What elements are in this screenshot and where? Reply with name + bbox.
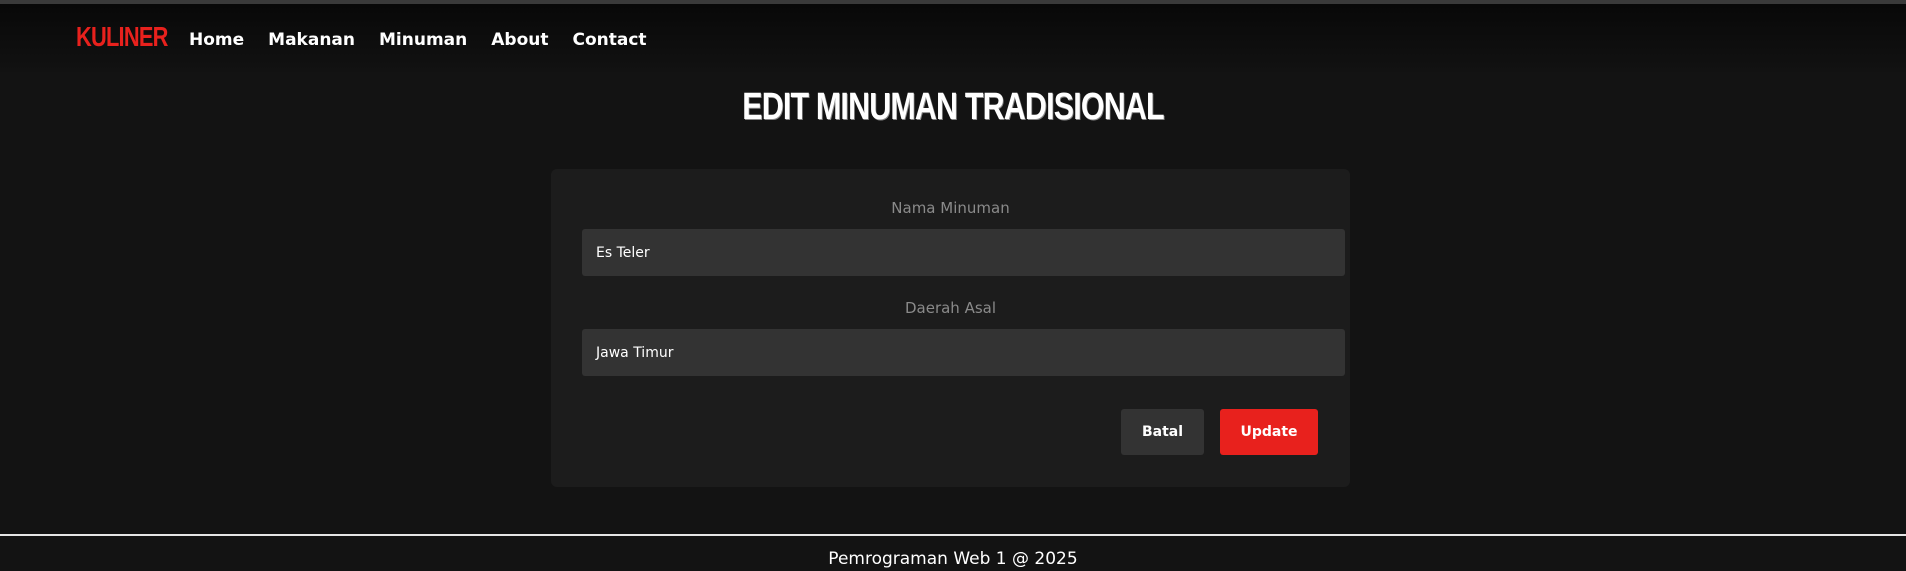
- nav-link-minuman[interactable]: Minuman: [379, 30, 467, 50]
- batal-button[interactable]: Batal: [1121, 409, 1204, 455]
- nama-minuman-input[interactable]: Es Teler: [582, 229, 1345, 276]
- nav-link-about[interactable]: About: [491, 30, 548, 50]
- update-button[interactable]: Update: [1220, 409, 1318, 455]
- edit-form-card: Nama Minuman Es Teler Daerah Asal Jawa T…: [551, 169, 1350, 487]
- footer-text: Pemrograman Web 1 @ 2025: [828, 549, 1078, 569]
- nama-minuman-label: Nama Minuman: [891, 199, 1010, 217]
- nav-links: Home Makanan Minuman About Contact: [189, 30, 647, 50]
- navbar: KULINER Home Makanan Minuman About Conta…: [0, 4, 1906, 72]
- daerah-asal-label: Daerah Asal: [904, 299, 997, 317]
- nav-link-home[interactable]: Home: [189, 30, 244, 50]
- nav-link-makanan[interactable]: Makanan: [268, 30, 355, 50]
- page-title: EDIT MINUMAN TRADISIONAL: [742, 86, 1164, 128]
- daerah-asal-input[interactable]: Jawa Timur: [582, 329, 1345, 376]
- footer: Pemrograman Web 1 @ 2025: [0, 534, 1906, 571]
- nav-link-contact[interactable]: Contact: [572, 30, 646, 50]
- brand-logo[interactable]: KULINER: [76, 21, 168, 53]
